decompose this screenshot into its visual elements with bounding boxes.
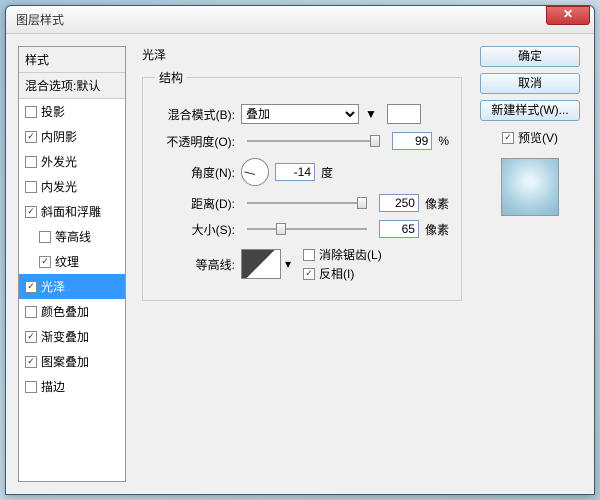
checkbox-icon <box>303 249 315 261</box>
checkbox-icon <box>25 381 37 393</box>
angle-row: 角度(N): 度 <box>155 158 449 186</box>
style-item[interactable]: ✓ 纹理 <box>19 249 125 274</box>
angle-dial[interactable] <box>241 158 269 186</box>
blend-mode-select[interactable]: 叠加 <box>241 104 359 124</box>
style-item[interactable]: ✓ 内阴影 <box>19 124 125 149</box>
style-item[interactable]: ✓ 斜面和浮雕 <box>19 199 125 224</box>
checkbox-icon: ✓ <box>303 268 315 280</box>
styles-list: 样式 混合选项:默认 投影 ✓ 内阴影外发光内发光 ✓ 斜面和浮雕等高线 ✓ 纹理 ✓ 光泽颜色… <box>18 46 126 482</box>
group-legend: 结构 <box>155 69 187 86</box>
window-title: 图层样式 <box>16 11 546 28</box>
size-row: 大小(S): 像素 <box>155 220 449 238</box>
style-item[interactable]: 外发光 <box>19 149 125 174</box>
titlebar: 图层样式 ✕ <box>6 6 594 34</box>
checkbox-icon: ✓ <box>25 281 37 293</box>
size-input[interactable] <box>379 220 419 238</box>
opacity-input[interactable] <box>392 132 432 150</box>
style-item-label: 渐变叠加 <box>41 328 89 345</box>
distance-label: 距离(D): <box>155 195 235 212</box>
opacity-row: 不透明度(O): % <box>155 132 449 150</box>
checkbox-icon: ✓ <box>25 356 37 368</box>
structure-group: 结构 混合模式(B): 叠加 ▼ 不透明度(O): % 角度(N): <box>142 69 462 301</box>
styles-header: 样式 <box>19 47 125 73</box>
style-item[interactable]: 内发光 <box>19 174 125 199</box>
checkbox-icon: ✓ <box>25 331 37 343</box>
new-style-button[interactable]: 新建样式(W)... <box>480 100 580 121</box>
style-item-label: 描边 <box>41 378 65 395</box>
style-item-label: 颜色叠加 <box>41 303 89 320</box>
dialog-window: 图层样式 ✕ 样式 混合选项:默认 投影 ✓ 内阴影外发光内发光 ✓ 斜面和浮雕等高线 ✓… <box>5 5 595 495</box>
size-unit: 像素 <box>425 221 449 238</box>
blend-mode-row: 混合模式(B): 叠加 ▼ <box>155 104 449 124</box>
dialog-content: 样式 混合选项:默认 投影 ✓ 内阴影外发光内发光 ✓ 斜面和浮雕等高线 ✓ 纹理 ✓ 光泽颜色… <box>6 34 594 494</box>
style-item[interactable]: 等高线 <box>19 224 125 249</box>
settings-panel: 光泽 结构 混合模式(B): 叠加 ▼ 不透明度(O): % 角度(N): <box>136 46 468 482</box>
style-item-label: 斜面和浮雕 <box>41 203 101 220</box>
style-item[interactable]: ✓ 渐变叠加 <box>19 324 125 349</box>
opacity-label: 不透明度(O): <box>155 133 235 150</box>
contour-picker[interactable] <box>241 249 281 279</box>
color-swatch[interactable] <box>387 104 421 124</box>
distance-unit: 像素 <box>425 195 449 212</box>
dropdown-icon: ▼ <box>365 107 377 121</box>
style-item[interactable]: 描边 <box>19 374 125 399</box>
distance-input[interactable] <box>379 194 419 212</box>
style-item-label: 投影 <box>41 103 65 120</box>
checkbox-icon <box>25 106 37 118</box>
style-item-label: 外发光 <box>41 153 77 170</box>
checkbox-icon <box>25 156 37 168</box>
size-slider[interactable] <box>247 228 367 230</box>
style-item-label: 纹理 <box>55 253 79 270</box>
checkbox-icon: ✓ <box>25 206 37 218</box>
style-item-label: 图案叠加 <box>41 353 89 370</box>
angle-unit: 度 <box>321 164 333 181</box>
checkbox-icon <box>39 231 51 243</box>
chevron-down-icon[interactable]: ▾ <box>285 257 291 271</box>
antialias-checkbox[interactable]: 消除锯齿(L) <box>303 246 382 263</box>
section-title: 光泽 <box>142 46 462 63</box>
preview-checkbox[interactable]: ✓ 预览(V) <box>502 129 558 146</box>
checkbox-icon: ✓ <box>502 132 514 144</box>
close-button[interactable]: ✕ <box>546 6 590 25</box>
checkbox-icon <box>25 306 37 318</box>
distance-row: 距离(D): 像素 <box>155 194 449 212</box>
opacity-slider[interactable] <box>247 140 380 142</box>
blending-options-header[interactable]: 混合选项:默认 <box>19 73 125 99</box>
right-panel: 确定 取消 新建样式(W)... ✓ 预览(V) <box>478 46 582 482</box>
style-item-label: 内阴影 <box>41 128 77 145</box>
contour-row: 等高线: ▾ 消除锯齿(L) ✓ 反相(I) <box>155 246 449 282</box>
size-label: 大小(S): <box>155 221 235 238</box>
style-item-label: 等高线 <box>55 228 91 245</box>
checkbox-icon: ✓ <box>25 131 37 143</box>
style-item-label: 内发光 <box>41 178 77 195</box>
close-icon: ✕ <box>563 7 573 21</box>
style-item[interactable]: 投影 <box>19 99 125 124</box>
angle-label: 角度(N): <box>155 164 235 181</box>
style-item[interactable]: ✓ 光泽 <box>19 274 125 299</box>
contour-label: 等高线: <box>155 256 235 273</box>
checkbox-icon: ✓ <box>39 256 51 268</box>
ok-button[interactable]: 确定 <box>480 46 580 67</box>
style-item[interactable]: 颜色叠加 <box>19 299 125 324</box>
blend-mode-label: 混合模式(B): <box>155 106 235 123</box>
distance-slider[interactable] <box>247 202 367 204</box>
cancel-button[interactable]: 取消 <box>480 73 580 94</box>
angle-input[interactable] <box>275 163 315 181</box>
opacity-unit: % <box>438 134 449 148</box>
style-item-label: 光泽 <box>41 278 65 295</box>
style-item[interactable]: ✓ 图案叠加 <box>19 349 125 374</box>
invert-checkbox[interactable]: ✓ 反相(I) <box>303 265 382 282</box>
checkbox-icon <box>25 181 37 193</box>
preview-thumbnail <box>501 158 559 216</box>
